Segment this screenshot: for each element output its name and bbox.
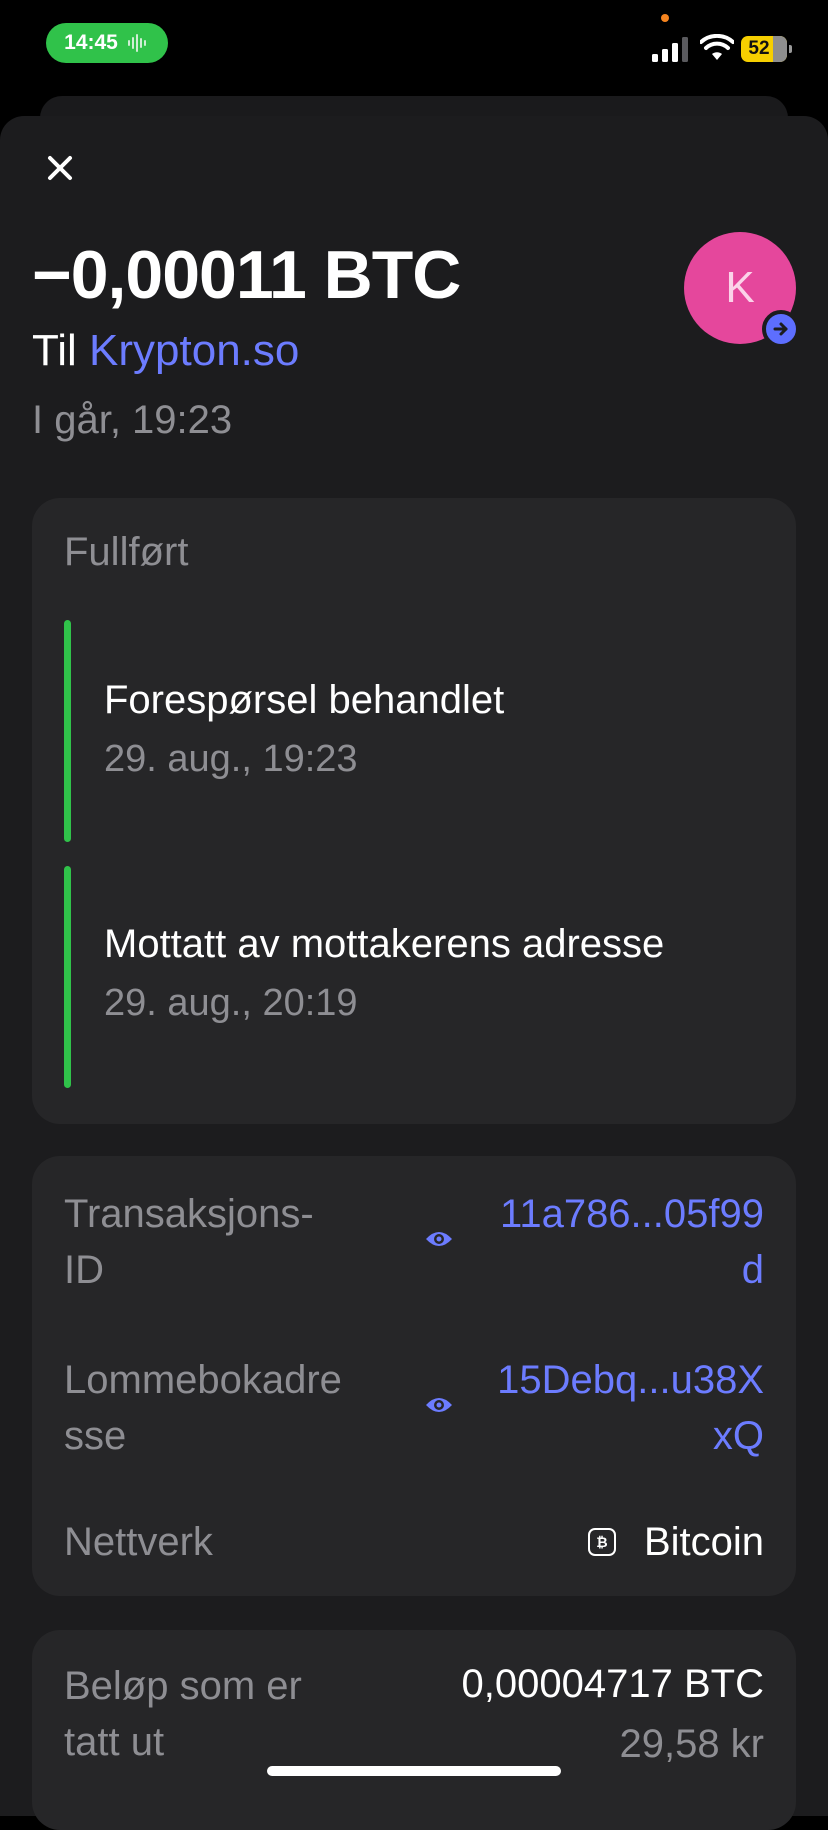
step-title: Forespørsel behandlet [104, 678, 505, 722]
recipient-prefix: Til [32, 326, 90, 375]
outgoing-arrow-icon [762, 310, 800, 348]
eye-icon[interactable] [424, 1394, 454, 1416]
details-card: Transaksjons- ID 11a786...05f99 d Lommeb… [32, 1156, 796, 1596]
tx-id-value-line: d [741, 1248, 764, 1292]
battery-indicator: 52 [741, 36, 792, 62]
wallet-value-line: 15Debq...u38X [497, 1358, 764, 1402]
tx-id-label: Transaksjons- ID [64, 1186, 314, 1298]
privacy-indicator-dot [661, 14, 669, 22]
withdrawn-label-line: Beløp som er [64, 1664, 302, 1708]
status-time: 14:45 [64, 31, 118, 54]
cellular-signal-icon [652, 37, 688, 62]
recipient-line: Til Krypton.so [32, 326, 299, 376]
withdrawn-btc-value: 0,00004717 BTC [461, 1662, 764, 1706]
step-title: Mottatt av mottakerens adresse [104, 922, 665, 966]
step-time: 29. aug., 19:23 [104, 738, 358, 780]
status-title: Fullført [64, 530, 189, 574]
network-label: Nettverk [64, 1520, 213, 1564]
amount-card: Beløp som er tatt ut 0,00004717 BTC 29,5… [32, 1630, 796, 1830]
status-bar: 14:45 52 [0, 0, 828, 96]
step-time: 29. aug., 20:19 [104, 982, 358, 1024]
close-icon[interactable] [42, 150, 78, 186]
timeline-step: Forespørsel behandlet 29. aug., 19:23 [64, 620, 764, 842]
tx-id-value-line: 11a786...05f99 [500, 1192, 764, 1236]
tx-id-label-line: ID [64, 1248, 104, 1292]
withdrawn-fiat-value: 29,58 kr [619, 1722, 764, 1766]
timeline-step: Mottatt av mottakerens adresse 29. aug.,… [64, 866, 764, 1088]
transaction-date: I går, 19:23 [32, 398, 233, 442]
wifi-icon [700, 34, 734, 60]
wallet-label-line: Lommebokadre [64, 1358, 342, 1402]
call-time-pill[interactable]: 14:45 [46, 23, 168, 63]
waveform-icon [127, 34, 146, 52]
tx-id-label-line: Transaksjons- [64, 1192, 314, 1236]
battery-level: 52 [748, 38, 770, 59]
wallet-address-label: Lommebokadre sse [64, 1352, 342, 1464]
bitcoin-icon: ₿ [588, 1528, 616, 1556]
wallet-address-value[interactable]: 15Debq...u38X xQ [497, 1352, 764, 1464]
recipient-link[interactable]: Krypton.so [89, 326, 299, 375]
tx-id-value[interactable]: 11a786...05f99 d [500, 1186, 764, 1298]
timeline-bar [64, 620, 71, 842]
withdrawn-label-line: tatt ut [64, 1720, 165, 1764]
withdrawn-amount-label: Beløp som er tatt ut [64, 1658, 302, 1770]
status-card: Fullført Forespørsel behandlet 29. aug.,… [32, 498, 796, 1124]
home-indicator[interactable] [267, 1766, 561, 1776]
transaction-amount: −0,00011 BTC [32, 237, 461, 313]
wallet-value-line: xQ [712, 1414, 764, 1458]
eye-icon[interactable] [424, 1228, 454, 1250]
wallet-label-line: sse [64, 1414, 127, 1458]
network-value: Bitcoin [643, 1520, 764, 1564]
timeline-bar [64, 866, 71, 1088]
